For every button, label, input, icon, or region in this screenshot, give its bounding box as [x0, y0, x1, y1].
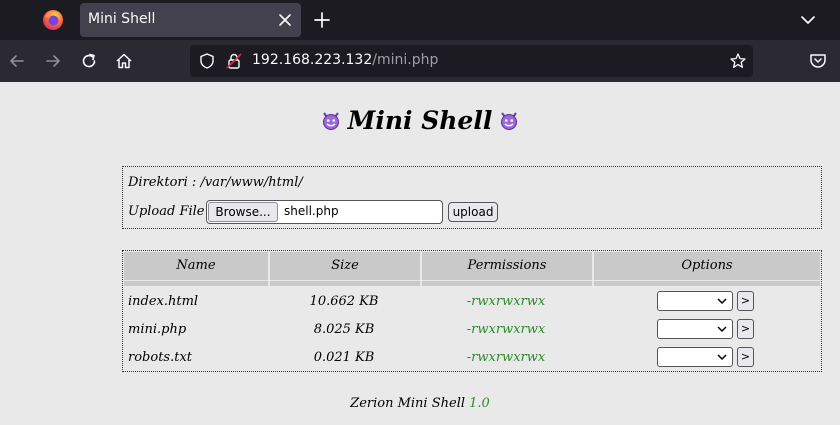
forward-arrow-icon[interactable]	[43, 51, 63, 71]
options-select[interactable]	[657, 319, 733, 339]
page-title: Mini Shell	[347, 106, 493, 135]
file-name[interactable]: robots.txt	[128, 350, 192, 365]
file-size: 0.021 KB	[313, 350, 375, 365]
chevron-down-icon	[717, 326, 727, 333]
page-header: Mini Shell	[0, 106, 840, 146]
table-row: mini.php 8.025 KB -rwxrwxrwx >	[123, 316, 821, 344]
file-name[interactable]: mini.php	[128, 322, 186, 337]
browse-button[interactable]: Browse...	[208, 202, 278, 222]
chevron-down-icon[interactable]	[798, 10, 818, 30]
file-name[interactable]: index.html	[128, 294, 198, 309]
selected-file-name: shell.php	[284, 204, 339, 218]
devil-icon	[322, 111, 339, 130]
column-header-permissions: Permissions	[422, 252, 592, 280]
star-icon[interactable]	[729, 52, 747, 70]
chevron-down-icon	[717, 354, 727, 361]
url-path: /mini.php	[372, 52, 439, 68]
chevron-down-icon	[717, 298, 727, 305]
header-divider	[124, 281, 268, 286]
upload-label: Upload File :	[128, 204, 214, 219]
column-header-options: Options	[594, 252, 820, 280]
file-permissions[interactable]: -rwxrwxrwx	[420, 294, 592, 309]
tab-title: Mini Shell	[88, 11, 156, 27]
directory-label: Direktori :	[128, 175, 201, 190]
header-divider	[270, 281, 420, 286]
tab-bar: Mini Shell	[0, 0, 840, 40]
file-size: 8.025 KB	[313, 322, 375, 337]
upload-button[interactable]: upload	[448, 202, 498, 222]
directory-line: Direktori : /var/www/html/	[128, 175, 303, 190]
pocket-icon[interactable]	[808, 51, 828, 71]
table-row: robots.txt 0.021 KB -rwxrwxrwx >	[123, 344, 821, 372]
devil-icon	[501, 111, 518, 130]
file-permissions[interactable]: -rwxrwxrwx	[420, 322, 592, 337]
file-input[interactable]: Browse... shell.php	[206, 200, 443, 224]
shield-icon[interactable]	[198, 52, 216, 70]
file-size: 10.662 KB	[309, 294, 379, 309]
column-header-size: Size	[270, 252, 420, 280]
tab-mini-shell[interactable]: Mini Shell	[80, 3, 301, 37]
go-button[interactable]: >	[737, 291, 754, 311]
firefox-logo-icon[interactable]	[41, 8, 65, 32]
footer-text: Zerion Mini Shell	[350, 396, 470, 411]
upload-panel: Direktori : /var/www/html/ Upload File :…	[122, 166, 822, 229]
navigation-bar: 192.168.223.132/mini.php	[0, 40, 840, 82]
back-arrow-icon[interactable]	[7, 51, 27, 71]
go-button[interactable]: >	[737, 319, 754, 339]
url-bar[interactable]: 192.168.223.132/mini.php	[190, 45, 753, 77]
go-button[interactable]: >	[737, 347, 754, 367]
file-table: Name Size Permissions Options index.html…	[122, 250, 822, 372]
lock-icon[interactable]	[225, 52, 243, 70]
url-text: 192.168.223.132/mini.php	[252, 52, 438, 68]
page-content: Mini Shell Direktori : /var/www/html/ Up…	[0, 82, 840, 425]
footer-version: 1.0	[469, 396, 490, 411]
header-divider	[594, 281, 820, 286]
header-divider	[422, 281, 592, 286]
column-header-name: Name	[124, 252, 268, 280]
close-icon[interactable]	[275, 10, 295, 30]
options-select[interactable]	[657, 347, 733, 367]
plus-icon[interactable]	[311, 9, 333, 31]
options-select[interactable]	[657, 291, 733, 311]
footer: Zerion Mini Shell 1.0	[0, 396, 840, 411]
directory-path[interactable]: /var/www/html/	[200, 175, 302, 190]
file-permissions[interactable]: -rwxrwxrwx	[420, 350, 592, 365]
url-host: 192.168.223.132	[252, 52, 373, 68]
table-row: index.html 10.662 KB -rwxrwxrwx >	[123, 288, 821, 316]
home-icon[interactable]	[114, 51, 134, 71]
reload-icon[interactable]	[79, 51, 99, 71]
